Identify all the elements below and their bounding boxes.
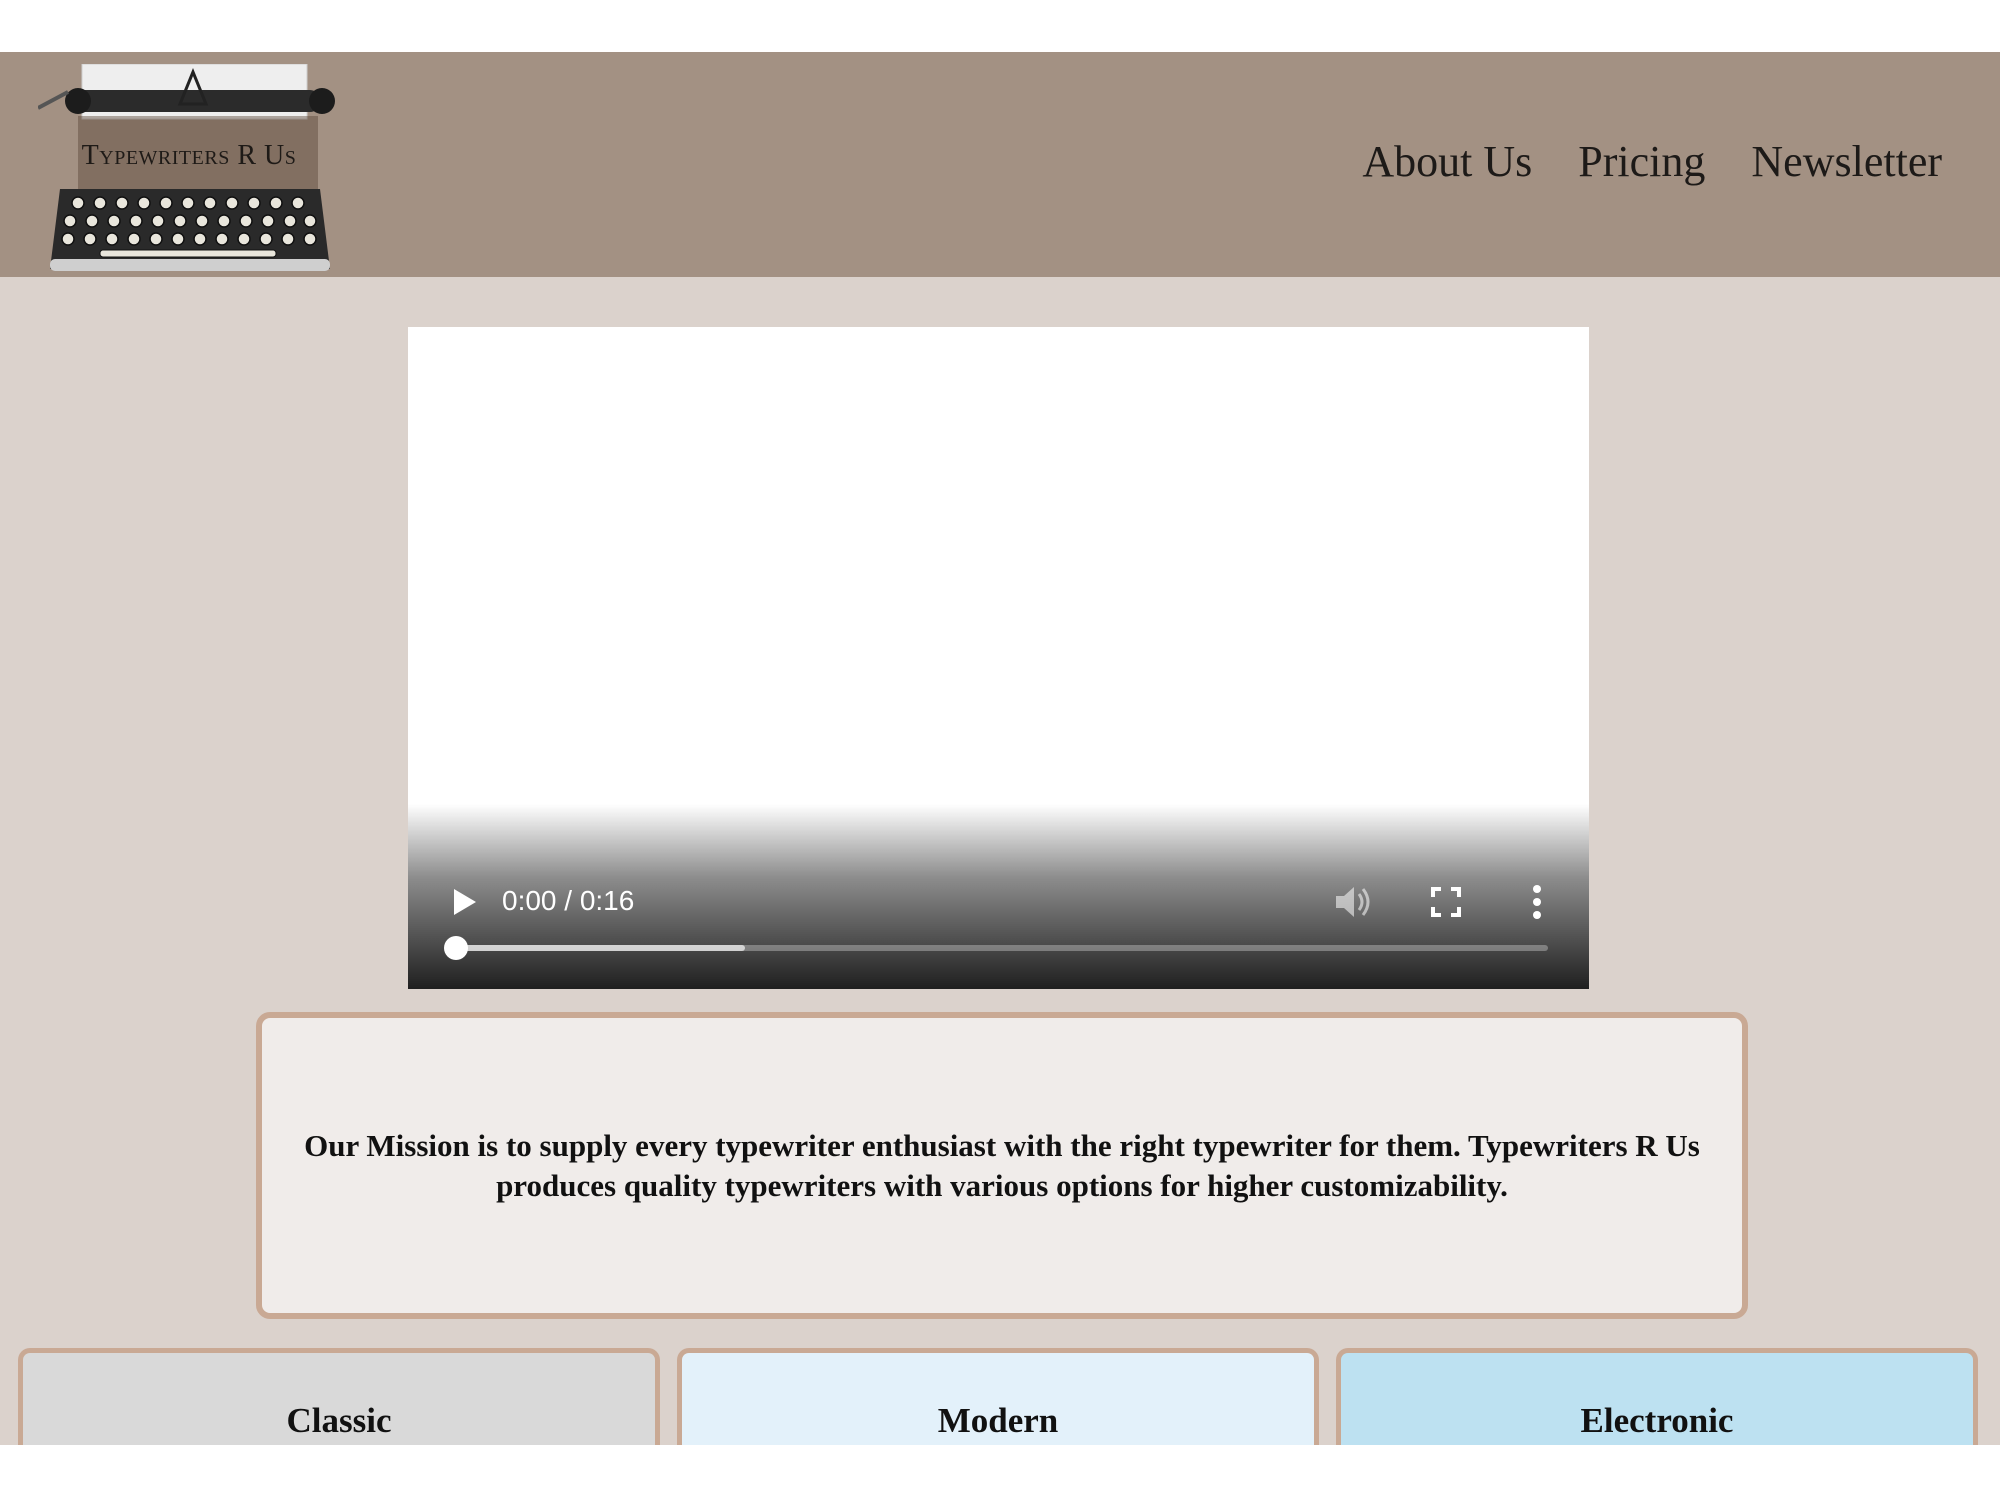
logo-text: Typewriters R Us	[81, 140, 297, 171]
play-icon	[454, 889, 476, 915]
more-vert-icon	[1533, 885, 1541, 919]
mute-button[interactable]	[1330, 880, 1374, 924]
category-card-title: Modern	[937, 1401, 1059, 1440]
category-card-title: Electronic	[1580, 1401, 1734, 1440]
seek-buffered	[448, 945, 745, 951]
page-bottom	[0, 1445, 2000, 1500]
mission-text: Our Mission is to supply every typewrite…	[304, 1127, 1700, 1203]
seek-bar[interactable]	[444, 936, 1548, 960]
fullscreen-button[interactable]	[1426, 882, 1466, 922]
more-options-button[interactable]	[1522, 880, 1552, 924]
category-card-title: Classic	[286, 1401, 392, 1440]
seek-thumb[interactable]	[444, 936, 468, 960]
video-time: 0:00 / 0:16	[502, 885, 635, 916]
site-header: Typewriters R Us About Us Pricing Newsle…	[0, 52, 2000, 277]
nav-link-pricing[interactable]: Pricing	[1578, 136, 1705, 187]
main-nav: About Us Pricing Newsletter	[1362, 136, 1942, 187]
main-content: 0:00 / 0:16 Our Mission is to supply eve…	[0, 277, 2000, 1473]
play-button[interactable]	[444, 882, 484, 922]
video-player[interactable]: 0:00 / 0:16	[408, 327, 1589, 989]
nav-link-about-us[interactable]: About Us	[1362, 136, 1532, 187]
fullscreen-icon	[1431, 887, 1461, 917]
mission-panel: Our Mission is to supply every typewrite…	[256, 1012, 1748, 1319]
nav-link-newsletter[interactable]: Newsletter	[1751, 136, 1942, 187]
site-logo[interactable]: Typewriters R Us	[38, 64, 338, 274]
volume-icon	[1336, 887, 1370, 917]
